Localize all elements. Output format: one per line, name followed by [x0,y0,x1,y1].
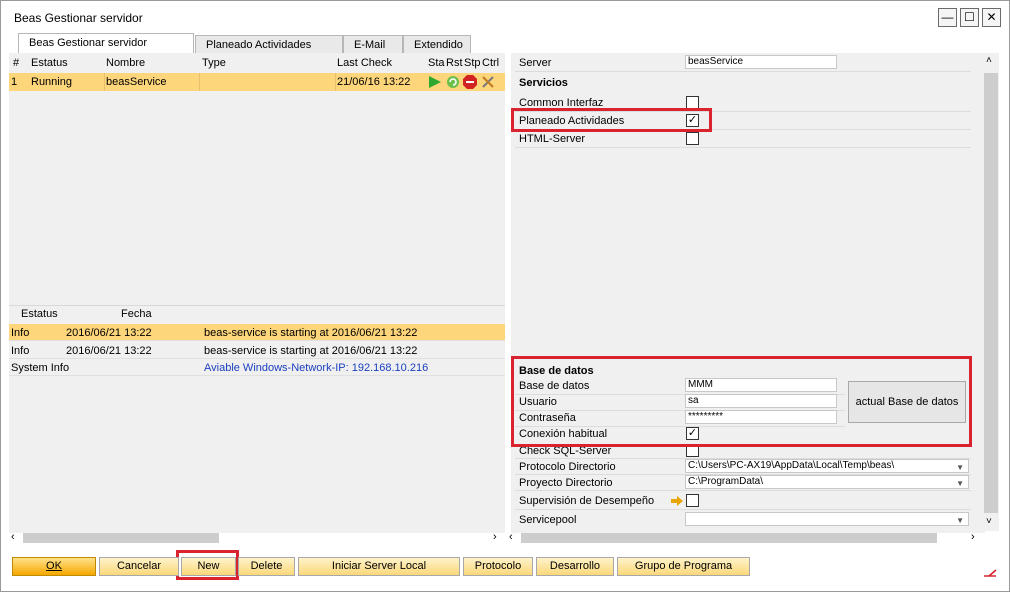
html-server-checkbox[interactable] [686,132,699,145]
row-last-check: 21/06/16 13:22 [337,76,411,88]
desarrollo-button[interactable]: Desarrollo [536,557,614,576]
delete-button[interactable]: Delete [238,557,295,576]
log-row-estatus: System Info [11,362,70,374]
right-vscroll[interactable]: ˄ ˅ [983,53,999,531]
col-rst: Rst [446,57,463,69]
scroll-left-arrow-icon[interactable]: ‹ [509,531,513,543]
protocolo-button[interactable]: Protocolo [463,557,533,576]
left-panel: # Estatus Nombre Type Last Check Sta Rst… [9,53,505,543]
dropdown-arrow-icon[interactable]: ▼ [956,515,964,525]
maximize-button[interactable]: ☐ [960,8,979,27]
tab-extendido[interactable]: Extendido [403,35,471,53]
scroll-thumb[interactable] [521,533,937,543]
col-nombre: Nombre [106,57,146,69]
row-estatus: Running [31,76,72,88]
annotation-highlight-planeado [511,108,712,132]
log-row[interactable]: Info 2016/06/21 13:22 beas-service is st… [9,324,505,341]
html-server-label: HTML-Server [519,133,586,145]
dropdown-arrow-icon[interactable]: ▼ [956,462,964,472]
log-col-fecha: Fecha [121,308,152,320]
servicepool-label: Servicepool [519,514,577,526]
right-hscroll[interactable]: ‹ › [509,531,985,545]
protocolo-directorio-value: C:\Users\PC-AX19\AppData\Local\Temp\beas… [688,460,895,471]
proyecto-directorio-combo[interactable]: C:\ProgramData\ ▼ [685,475,969,489]
iniciar-server-local-button[interactable]: Iniciar Server Local [298,557,460,576]
log-row-estatus: Info [11,345,30,357]
log-row-fecha: 2016/06/21 13:22 [66,345,152,357]
log-row-estatus: Info [11,327,30,339]
restart-icon[interactable] [446,75,460,89]
log-row-message: beas-service is starting at 2016/06/21 1… [204,327,418,339]
tools-icon[interactable] [481,75,496,89]
row-num: 1 [11,76,18,88]
supervision-checkbox[interactable] [686,494,699,507]
supervision-label: Supervisión de Desempeño [519,495,655,507]
col-last-check: Last Check [337,57,393,69]
log-col-estatus: Estatus [21,308,58,320]
protocolo-directorio-label: Protocolo Directorio [519,461,616,473]
protocolo-directorio-combo[interactable]: C:\Users\PC-AX19\AppData\Local\Temp\beas… [685,459,969,473]
cancelar-button[interactable]: Cancelar [99,557,179,576]
minimize-button[interactable]: — [938,8,957,27]
col-stp: Stp [464,57,481,69]
resize-grip-icon[interactable] [983,567,997,577]
service-grid-header: # Estatus Nombre Type Last Check Sta Rst… [9,55,505,71]
col-type: Type [202,57,226,69]
log-row[interactable]: Info 2016/06/21 13:22 beas-service is st… [9,342,505,359]
proyecto-directorio-label: Proyecto Directorio [519,477,613,489]
scroll-up-arrow-icon[interactable]: ˄ [986,55,992,66]
servicios-title: Servicios [519,77,568,89]
server-label: Server [519,57,552,69]
col-ctrl: Ctrl [482,57,500,69]
close-button[interactable]: ✕ [982,8,1001,27]
start-icon[interactable] [428,75,442,89]
scroll-right-arrow-icon[interactable]: › [971,531,975,543]
service-row[interactable]: 1 Running beasService 21/06/16 13:22 [9,73,505,91]
tab-planeado-actividades[interactable]: Planeado Actividades [195,35,343,53]
grupo-de-programa-button[interactable]: Grupo de Programa [617,557,750,576]
new-button[interactable]: New [181,557,236,576]
annotation-highlight-base-de-datos [511,356,972,447]
server-field[interactable]: beasService [685,55,837,69]
col-sta: Sta [428,57,445,69]
col-num: # [13,57,20,69]
log-row-fecha: 2016/06/21 13:22 [66,327,152,339]
dropdown-arrow-icon[interactable]: ▼ [956,478,964,488]
scroll-down-arrow-icon[interactable]: ˅ [986,516,992,527]
tab-beas-gestionar-servidor[interactable]: Beas Gestionar servidor [18,33,194,53]
scroll-left-arrow-icon[interactable]: ‹ [11,531,15,543]
log-row-message: Aviable Windows-Network-IP: 192.168.10.2… [204,362,429,374]
scroll-thumb[interactable] [23,533,219,543]
proyecto-directorio-value: C:\ProgramData\ [688,476,764,487]
col-estatus: Estatus [31,57,68,69]
left-hscroll[interactable]: ‹ › [9,531,505,545]
stop-icon[interactable] [463,75,477,89]
title-bar: Beas Gestionar servidor — ☐ ✕ [2,2,1008,32]
link-arrow-icon[interactable] [671,496,683,506]
log-grid-header: Estatus Fecha [9,305,505,323]
tab-email[interactable]: E-Mail [343,35,403,53]
log-row[interactable]: System Info Aviable Windows-Network-IP: … [9,359,505,376]
log-row-message: beas-service is starting at 2016/06/21 1… [204,345,418,357]
window-title: Beas Gestionar servidor [14,11,143,25]
main-window: Beas Gestionar servidor — ☐ ✕ Beas Gesti… [0,0,1010,592]
scroll-thumb[interactable] [984,73,998,513]
servicepool-combo[interactable]: ▼ [685,512,969,526]
row-nombre: beasService [106,76,167,88]
ok-button[interactable]: OK [12,557,96,576]
ok-label: OK [46,560,62,572]
scroll-right-arrow-icon[interactable]: › [493,531,497,543]
